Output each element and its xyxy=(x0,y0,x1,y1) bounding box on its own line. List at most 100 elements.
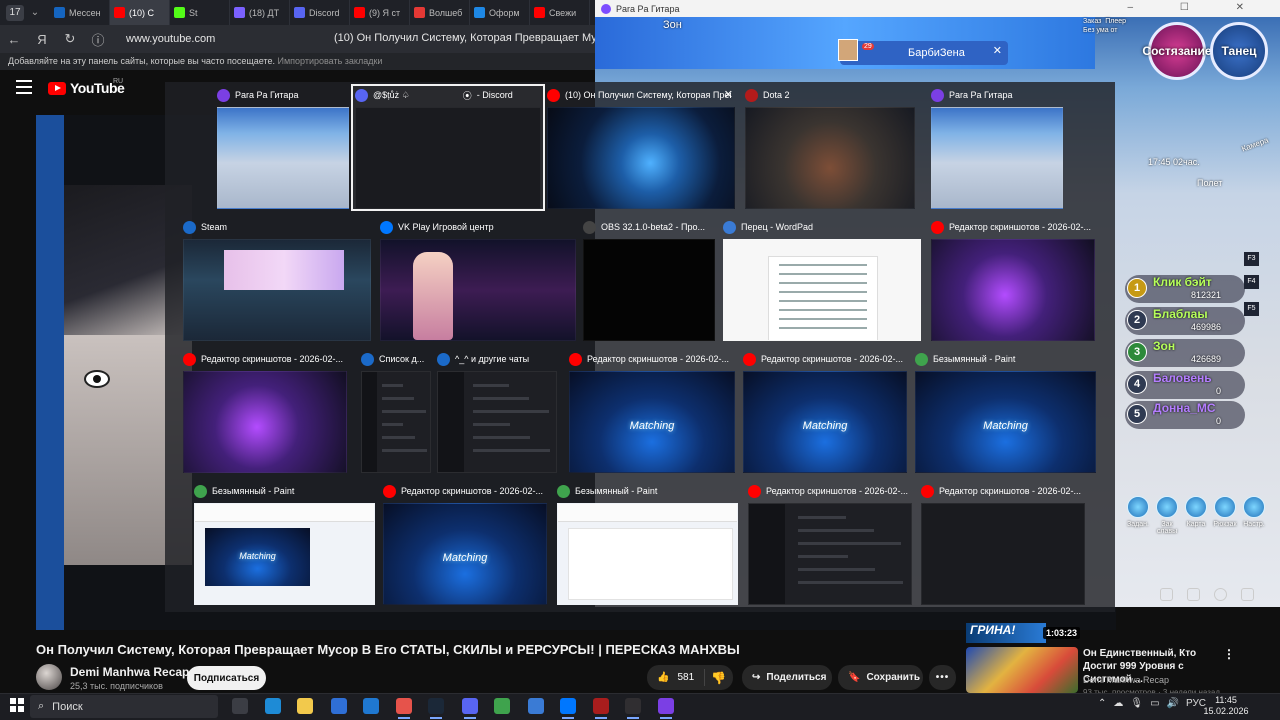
volume-icon[interactable]: 🔊 xyxy=(1167,698,1179,709)
like-button[interactable]: 👍 581 xyxy=(647,669,705,686)
vk-play-icon[interactable] xyxy=(560,698,576,714)
browser-tab[interactable]: St xyxy=(170,0,230,25)
reload-icon[interactable]: ↻ xyxy=(56,31,84,47)
switcher-window[interactable]: (10) Он Получил Систему, Которая Прев...… xyxy=(545,86,737,209)
thumb-line xyxy=(473,436,531,439)
yandex-icon[interactable]: Я xyxy=(28,32,56,47)
game-menu-item[interactable]: Задан. xyxy=(1124,496,1152,528)
browser-tab[interactable]: Свежи xyxy=(530,0,590,25)
recommendation-thumbnail[interactable] xyxy=(966,647,1078,693)
switcher-window[interactable]: @$țůż ♤ ⦿ - Discord xyxy=(351,84,545,211)
switcher-window-header: Редактор скриншотов - 2026-02-... xyxy=(569,350,731,368)
switcher-window[interactable]: Редактор скриншотов - 2026-02-... xyxy=(181,350,349,473)
avatar[interactable] xyxy=(36,664,62,690)
switcher-window[interactable]: Рara Рa Гитара xyxy=(215,86,351,209)
wordpad-icon[interactable] xyxy=(528,698,544,714)
taskbar-clock[interactable]: 11:45 15.02.2026 xyxy=(1196,695,1256,717)
subscribe-button[interactable]: Подписаться xyxy=(187,666,266,690)
switcher-window[interactable]: Редактор скриншотов - 2026-02-... xyxy=(746,482,914,605)
game-icon[interactable] xyxy=(658,698,674,714)
page-title: (10) Он Получил Систему, Которая Превращ… xyxy=(334,32,596,44)
switcher-window[interactable]: Список д... xyxy=(359,350,433,473)
switcher-window[interactable]: Безымянный - Paint Matching xyxy=(192,482,377,605)
switcher-window[interactable]: Редактор скриншотов - 2026-02-... Matchin… xyxy=(567,350,737,473)
site-info-icon[interactable]: ⓘ xyxy=(84,30,112,49)
browser-tab[interactable]: Оформ xyxy=(470,0,530,25)
browser-tab[interactable]: (10) С xyxy=(110,0,170,25)
yandex-browser-icon[interactable] xyxy=(396,698,412,714)
game-menu-item[interactable]: Зак славы xyxy=(1153,496,1181,535)
chevron-down-icon[interactable]: ⌄ xyxy=(28,7,42,18)
switcher-window[interactable]: Перец - WordPad xyxy=(721,218,923,341)
chevron-up-icon[interactable]: ⌃ xyxy=(1098,698,1106,709)
close-icon[interactable]: ✕ xyxy=(724,88,733,101)
hotkey-f4[interactable]: F4 xyxy=(1244,275,1259,289)
mail-icon[interactable] xyxy=(363,698,379,714)
switcher-window[interactable]: OBS 32.1.0-beta2 - Про... xyxy=(581,218,717,341)
task-view-icon[interactable] xyxy=(232,698,248,714)
taskbar-search[interactable]: ⌕ Поиск xyxy=(30,695,218,718)
switcher-window[interactable]: Steam xyxy=(181,218,373,341)
game-menu-item[interactable]: Настр. xyxy=(1240,496,1268,528)
screenshot-icon[interactable] xyxy=(1187,588,1200,601)
paint-icon[interactable] xyxy=(494,698,510,714)
emoji-icon[interactable] xyxy=(1214,588,1227,601)
game-menu-item[interactable]: Рюкзак xyxy=(1211,496,1239,528)
dota-icon[interactable] xyxy=(593,698,609,714)
app-icon xyxy=(723,220,736,234)
import-bookmarks-link[interactable]: Импортировать закладки xyxy=(278,56,383,66)
browser-tab[interactable]: Discord xyxy=(290,0,350,25)
browser-tab[interactable]: Волшеб xyxy=(410,0,470,25)
game-menu-item[interactable]: Карта xyxy=(1182,496,1210,528)
menu-icon[interactable] xyxy=(16,80,32,94)
store-icon[interactable] xyxy=(331,698,347,714)
file-explorer-icon[interactable] xyxy=(297,698,313,714)
tab-count-badge[interactable]: 17 xyxy=(6,4,24,21)
app-icon xyxy=(361,352,374,366)
browser-tab[interactable]: (18) ДТ xyxy=(230,0,290,25)
obs-icon[interactable] xyxy=(625,698,641,714)
gif-icon[interactable] xyxy=(1160,588,1173,601)
close-icon[interactable]: ✕ xyxy=(993,44,1002,57)
mic-icon[interactable]: 🎙 xyxy=(1130,698,1143,709)
network-icon[interactable]: ▭ xyxy=(1150,698,1159,709)
target-nameplate[interactable]: 29 БарбиЗена ✕ xyxy=(838,39,1008,65)
channel-name[interactable]: Demi Manhwa Recap xyxy=(70,665,189,679)
windows-start-icon[interactable] xyxy=(10,698,24,712)
app-icon xyxy=(437,352,450,366)
switcher-window[interactable]: Редактор скриншотов - 2026-02-... Matchin… xyxy=(741,350,909,473)
flight-button[interactable]: Полет xyxy=(1197,178,1222,188)
url-field[interactable]: www.youtube.com xyxy=(126,33,215,45)
hotkey-f5[interactable]: F5 xyxy=(1244,302,1259,316)
edge-icon[interactable] xyxy=(265,698,281,714)
dance-button[interactable]: Танец xyxy=(1210,22,1268,80)
more-vert-icon[interactable]: ⋮ xyxy=(1223,647,1235,661)
switcher-window[interactable]: Редактор скриншотов - 2026-02-... xyxy=(919,482,1087,605)
steam-icon[interactable] xyxy=(428,698,444,714)
switcher-window[interactable]: Безымянный - Paint Matching xyxy=(913,350,1098,473)
switcher-window[interactable]: VK Play Игровой центр xyxy=(378,218,578,341)
onedrive-icon[interactable]: ☁ xyxy=(1113,698,1123,709)
switcher-window-header: (10) Он Получил Систему, Которая Прев... xyxy=(547,86,731,104)
switcher-window[interactable]: ^_^ и другие чаты xyxy=(435,350,559,473)
back-icon[interactable]: ← xyxy=(0,32,28,47)
discord-icon[interactable] xyxy=(462,698,478,714)
game-menu-icon xyxy=(1127,496,1149,518)
recommendation-channel[interactable]: Demi Manhwa Recap xyxy=(1083,675,1169,685)
switcher-window[interactable]: Редактор скриншотов - 2026-02-... xyxy=(929,218,1097,341)
switcher-window[interactable]: Рara Рa Гитара xyxy=(929,86,1065,209)
browser-tab[interactable]: (9) Я ст xyxy=(350,0,410,25)
switcher-window[interactable]: Редактор скриншотов - 2026-02-... Matchin… xyxy=(381,482,549,605)
switcher-window[interactable]: Dota 2 xyxy=(743,86,917,209)
switcher-window[interactable]: Безымянный - Paint xyxy=(555,482,740,605)
window-controls[interactable]: – ☐ ✕ xyxy=(1128,2,1266,13)
hotkey-f3[interactable]: F3 xyxy=(1244,252,1259,266)
more-actions-button[interactable]: ••• xyxy=(929,665,956,690)
share-button[interactable]: ↪ Поделиться xyxy=(742,665,832,690)
competition-button[interactable]: Состязание xyxy=(1142,22,1212,80)
grid-icon[interactable] xyxy=(1241,588,1254,601)
switcher-window-header: Список д... xyxy=(361,350,427,368)
browser-tab[interactable]: Мессен xyxy=(50,0,110,25)
save-button[interactable]: 🔖 Сохранить xyxy=(838,665,923,690)
dislike-button[interactable]: 👎 xyxy=(705,671,726,685)
